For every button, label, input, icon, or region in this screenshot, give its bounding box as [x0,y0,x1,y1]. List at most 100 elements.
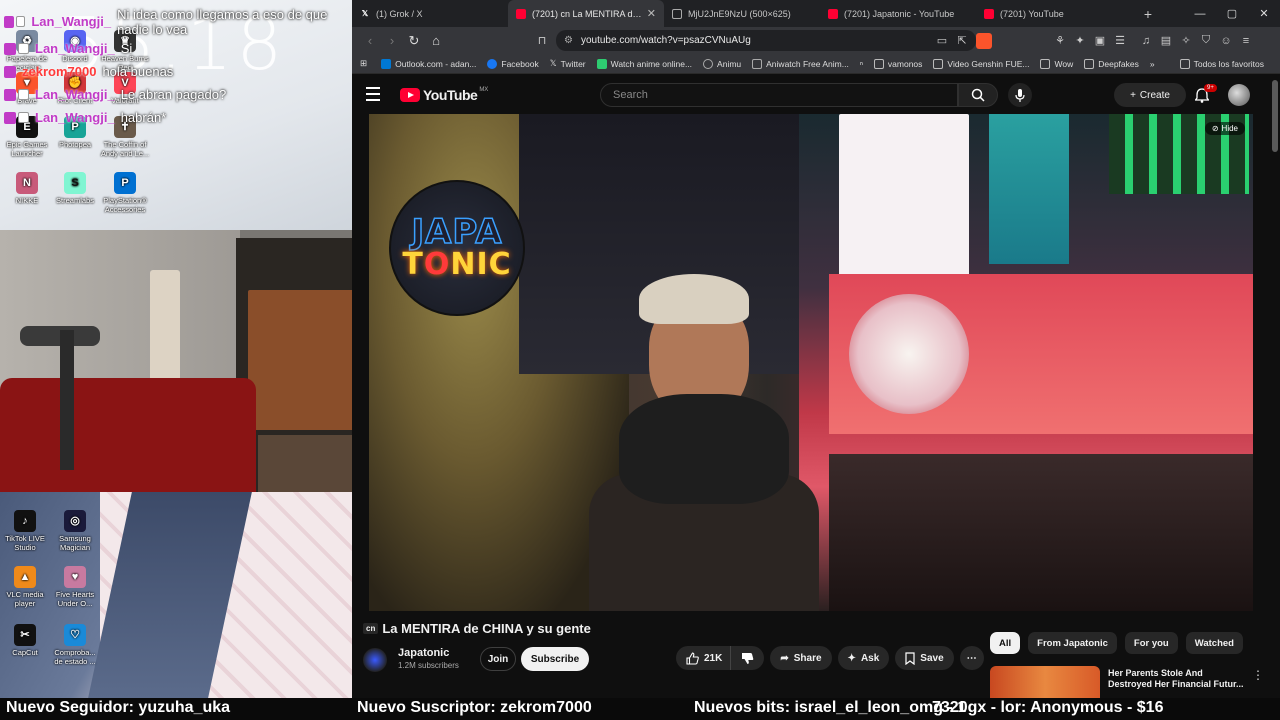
chip-all[interactable]: All [990,632,1021,654]
chat-message: Lan_Wangji_ Le abran pagado? [0,83,352,106]
close-window-button[interactable]: ✕ [1248,0,1280,27]
ticker-new-subscriber: Nuevo Suscriptor: zekrom7000 [357,699,592,716]
wallet-icon[interactable]: ▤ [1156,31,1176,51]
menu-lines-icon[interactable]: ☰ [1110,31,1130,51]
shield-icon[interactable]: ⛉ [1196,31,1216,51]
account-icon[interactable]: ☺ [1216,31,1236,51]
forward-button[interactable]: › [382,31,402,51]
bookmark-folder-deepfakes[interactable]: Deepfakes [1084,58,1139,69]
presenter-scarf [619,394,789,504]
bookmark-folder-wow[interactable]: Wow [1040,58,1073,69]
sub-badge-icon [15,16,26,27]
hamburger-menu-icon[interactable] [366,87,388,103]
share-page-icon[interactable]: ⇱ [952,31,972,51]
bookmark-animu[interactable]: Animu [703,58,741,69]
extension-icon[interactable]: ⚘ [1050,31,1070,51]
desktop-icon-vlc[interactable]: ▲ VLC media player [0,566,50,608]
minimize-button[interactable]: — [1184,0,1216,27]
more-menu-icon[interactable]: ≡ [1236,31,1256,51]
address-bar[interactable]: ⚙ youtube.com/watch?v=psazCVNuAUg [556,30,976,51]
save-button[interactable]: Save [895,646,954,670]
bookmark-folder-genshin[interactable]: Video Genshin FUE... [933,58,1029,69]
youtube-icon [516,8,526,19]
join-button[interactable]: Join [480,647,516,671]
streamlabs-icon: S [64,172,86,194]
close-tab-icon[interactable]: ✕ [647,7,656,20]
reload-button[interactable]: ↻ [404,31,424,51]
tab-grok[interactable]: 𝕏 (1) Grok / X [352,0,508,27]
bookmark-facebook[interactable]: Facebook [487,58,539,69]
subscriber-count: 1.2M subscribers [398,661,459,670]
country-tag: cn [363,623,379,634]
brave-shields-icon[interactable] [976,32,992,49]
desktop-icon-five-hearts[interactable]: ♥ Five Hearts Under O... [50,566,100,608]
ask-button[interactable]: ✦ Ask [837,646,890,670]
tiktok-icon: ♪ [14,510,36,532]
channel-name[interactable]: Japatonic [398,647,449,659]
hide-button[interactable]: ⊘ Hide [1204,122,1245,135]
ticker-new-follower: Nuevo Seguidor: yuzuha_uka [6,699,231,716]
page-scrollbar[interactable] [1272,80,1278,152]
cast-icon[interactable]: ▭ [932,31,952,51]
recommendation-menu-icon[interactable]: ⋮ [1252,668,1264,682]
voice-search-button[interactable] [1008,83,1032,107]
more-actions-button[interactable]: ⋯ [959,646,984,670]
anime-site-icon [596,58,607,69]
apps-grid-icon[interactable]: ⊞ [360,58,367,69]
music-icon[interactable]: ♫ [1136,31,1156,51]
bookmark-folder-vamonos[interactable]: vamonos [873,58,922,69]
bookmark-icon[interactable]: ⊓ [532,31,552,51]
bookmark-outlook[interactable]: Outlook.com - adan... [381,58,476,69]
home-button[interactable]: ⌂ [426,31,446,51]
recommendation-title[interactable]: Her Parents Stole And Destroyed Her Fina… [1108,668,1248,690]
maximize-button[interactable]: ▢ [1216,0,1248,27]
chip-from-channel[interactable]: From Japatonic [1028,632,1117,654]
search-input[interactable]: Search [600,83,958,107]
webcam-table [258,435,352,492]
chip-for-you[interactable]: For you [1124,632,1178,654]
microphone-icon [1015,88,1025,102]
desktop-icon-samsung-magician[interactable]: ◎ Samsung Magician [50,510,100,552]
new-tab-button[interactable]: + [1138,6,1158,22]
bookmark-watch-anime[interactable]: Watch anime online... [596,58,692,69]
tab-video-active[interactable]: (7201) cn La MENTIRA de CHI✕ [508,0,664,27]
bookmark-twitter[interactable]: 𝕏 Twitter [550,58,586,69]
sidebar-icon[interactable]: ▣ [1090,31,1110,51]
desktop-icon-playstation-accessories[interactable]: P PlayStation® Accessories [100,172,150,214]
nikke-icon: N [16,172,38,194]
misc-bookmark-icon: ⁿ [859,58,863,69]
video-title: cn La MENTIRA de CHINA y su gente [363,621,591,636]
channel-avatar[interactable] [363,648,387,672]
share-button[interactable]: ➦ Share [770,646,832,670]
desktop-icon-nikke[interactable]: N NIKKE [2,172,52,205]
desktop-icon-tiktok-live-studio[interactable]: ♪ TikTok LIVE Studio [0,510,50,552]
like-button[interactable]: 21K [676,646,732,670]
desktop-icon-comprobacion-estado[interactable]: ♡ Comproba... de estado ... [50,624,100,666]
five-hearts-icon: ♥ [64,566,86,588]
folder-icon [1040,58,1051,69]
search-button[interactable] [958,83,998,107]
site-info-icon[interactable]: ⚙ [564,35,573,46]
leo-ai-icon[interactable]: ✧ [1176,31,1196,51]
samsung-magician-icon: ◎ [64,510,86,532]
bookmarks-overflow-button[interactable]: » [1150,59,1155,69]
puzzle-extensions-icon[interactable]: ✦ [1070,31,1090,51]
desktop-wallpaper-top: 55.18 ♻ Papelera de reciclaje ◉ Discord ♛ H… [0,0,352,230]
desktop-icon-streamlabs[interactable]: S Streamlabs [50,172,100,205]
chip-watched[interactable]: Watched [1185,632,1243,654]
back-button[interactable]: ‹ [360,31,380,51]
youtube-logo[interactable]: YouTube MX [400,87,488,103]
tab-japatonic-channel[interactable]: (7201) Japatonic - YouTube [820,0,976,27]
recommendation-thumbnail[interactable] [990,666,1100,698]
create-button[interactable]: + Create [1114,83,1186,107]
tab-image[interactable]: MjU2JnE9NzU (500×625) [664,0,820,27]
all-bookmarks-button[interactable]: Todos los favoritos [1179,58,1264,69]
bookmark-misc[interactable]: ⁿ [860,59,863,69]
desktop-icon-capcut[interactable]: ✂ CapCut [0,624,50,657]
tab-youtube-home[interactable]: (7201) YouTube [976,0,1132,27]
video-player[interactable]: JAPA TONIC ⊘ Hide [369,114,1253,611]
dislike-button[interactable] [731,646,765,670]
bookmark-aniwatch[interactable]: Aniwatch Free Anim... [752,58,849,69]
account-avatar[interactable] [1228,84,1250,106]
subscribe-button[interactable]: Subscribe [521,647,589,671]
